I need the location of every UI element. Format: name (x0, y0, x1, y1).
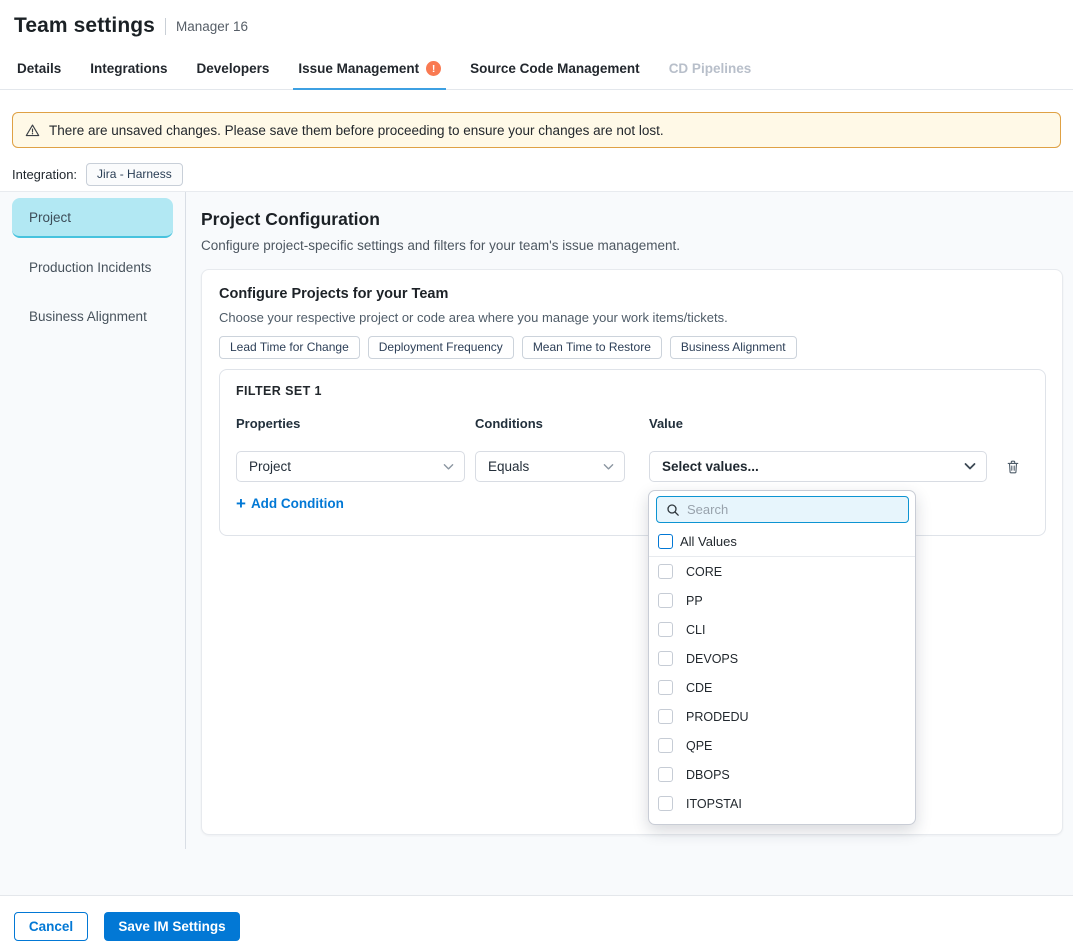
content-region: Project Production Incidents Business Al… (0, 191, 1073, 895)
tab-developers[interactable]: Developers (197, 48, 270, 89)
value-dropdown-popup: All Values CORE PP CLI DEVOPS CDE PRODED… (648, 490, 916, 825)
chevron-down-icon (603, 463, 614, 471)
integration-chip[interactable]: Jira - Harness (86, 163, 183, 186)
value-multiselect[interactable]: Select values... (649, 451, 987, 482)
trash-icon (1005, 459, 1021, 475)
delete-filter-row-button[interactable] (1002, 456, 1024, 478)
option-itopstai[interactable]: ITOPSTAI (649, 789, 915, 818)
cancel-button[interactable]: Cancel (14, 912, 88, 941)
option-devops[interactable]: DEVOPS (649, 644, 915, 673)
option-dbops[interactable]: DBOPS (649, 760, 915, 789)
metric-tags: Lead Time for Change Deployment Frequenc… (219, 336, 797, 359)
title-divider (165, 18, 166, 35)
option-all-values[interactable]: All Values (649, 527, 915, 557)
configure-projects-card: Configure Projects for your Team Choose … (201, 269, 1063, 835)
tab-details[interactable]: Details (17, 48, 61, 89)
add-condition-button[interactable]: + Add Condition (236, 495, 344, 512)
checkbox[interactable] (658, 767, 673, 782)
dropdown-search-box (656, 496, 909, 523)
checkbox[interactable] (658, 651, 673, 666)
checkbox[interactable] (658, 709, 673, 724)
tag-deployment-frequency: Deployment Frequency (368, 336, 514, 359)
checkbox[interactable] (658, 564, 673, 579)
section-subtitle: Configure project-specific settings and … (201, 238, 680, 253)
tag-business-alignment: Business Alignment (670, 336, 797, 359)
filter-set-title: FILTER SET 1 (236, 384, 322, 398)
tab-integrations[interactable]: Integrations (90, 48, 167, 89)
checkbox[interactable] (658, 796, 673, 811)
column-label-properties: Properties (236, 416, 300, 431)
sidebar-item-project[interactable]: Project (12, 198, 173, 238)
tag-mean-time-to-restore: Mean Time to Restore (522, 336, 662, 359)
filter-set-panel: FILTER SET 1 Properties Conditions Value… (219, 369, 1046, 536)
page-header: Team settings Manager 16 (14, 12, 248, 40)
option-cli[interactable]: CLI (649, 615, 915, 644)
tag-lead-time-for-change: Lead Time for Change (219, 336, 360, 359)
sidebar-item-production-incidents[interactable]: Production Incidents (12, 247, 173, 287)
integration-label: Integration: (12, 167, 77, 182)
team-name-label: Manager 16 (176, 19, 248, 34)
value-multiselect-placeholder: Select values... (662, 459, 759, 474)
warning-badge-icon: ! (426, 61, 441, 76)
plus-icon: + (236, 495, 246, 512)
column-label-conditions: Conditions (475, 416, 543, 431)
chevron-down-icon (443, 463, 454, 471)
tab-issue-management[interactable]: Issue Management ! (298, 48, 441, 89)
condition-select[interactable]: Equals (475, 451, 625, 482)
checkbox[interactable] (658, 680, 673, 695)
sidebar-item-business-alignment[interactable]: Business Alignment (12, 296, 173, 336)
unsaved-changes-banner: There are unsaved changes. Please save t… (12, 112, 1061, 148)
option-cde[interactable]: CDE (649, 673, 915, 702)
dropdown-options-list: CORE PP CLI DEVOPS CDE PRODEDU QPE DBOPS… (649, 557, 915, 825)
condition-select-value: Equals (488, 459, 529, 474)
banner-text: There are unsaved changes. Please save t… (49, 123, 664, 138)
footer-action-bar: Cancel Save IM Settings (0, 895, 1073, 951)
option-qpe[interactable]: QPE (649, 731, 915, 760)
column-label-value: Value (649, 416, 683, 431)
all-values-label: All Values (680, 534, 737, 549)
warning-triangle-icon (25, 123, 40, 138)
all-values-checkbox[interactable] (658, 534, 673, 549)
page: Team settings Manager 16 Details Integra… (0, 0, 1073, 951)
tab-bar: Details Integrations Developers Issue Ma… (0, 48, 1073, 90)
dropdown-search-input[interactable] (687, 502, 899, 517)
main-panel: Project Configuration Configure project-… (186, 192, 1073, 896)
add-condition-label: Add Condition (251, 496, 344, 511)
option-pipe[interactable]: PIPE (649, 818, 915, 825)
section-title: Project Configuration (201, 209, 380, 230)
option-prodedu[interactable]: PRODEDU (649, 702, 915, 731)
card-subtitle: Choose your respective project or code a… (219, 310, 728, 325)
option-core[interactable]: CORE (649, 557, 915, 586)
card-title: Configure Projects for your Team (219, 286, 448, 302)
search-icon (666, 503, 680, 517)
checkbox[interactable] (658, 593, 673, 608)
settings-sidebar: Project Production Incidents Business Al… (0, 192, 186, 849)
chevron-down-icon (964, 462, 976, 471)
property-select-value: Project (249, 459, 291, 474)
checkbox[interactable] (658, 622, 673, 637)
property-select[interactable]: Project (236, 451, 465, 482)
option-pp[interactable]: PP (649, 586, 915, 615)
page-title: Team settings (14, 14, 155, 38)
tab-cd-pipelines: CD Pipelines (669, 48, 752, 89)
integration-row: Integration: Jira - Harness (12, 163, 183, 185)
checkbox[interactable] (658, 738, 673, 753)
save-im-settings-button[interactable]: Save IM Settings (104, 912, 240, 941)
tab-source-code-management[interactable]: Source Code Management (470, 48, 640, 89)
